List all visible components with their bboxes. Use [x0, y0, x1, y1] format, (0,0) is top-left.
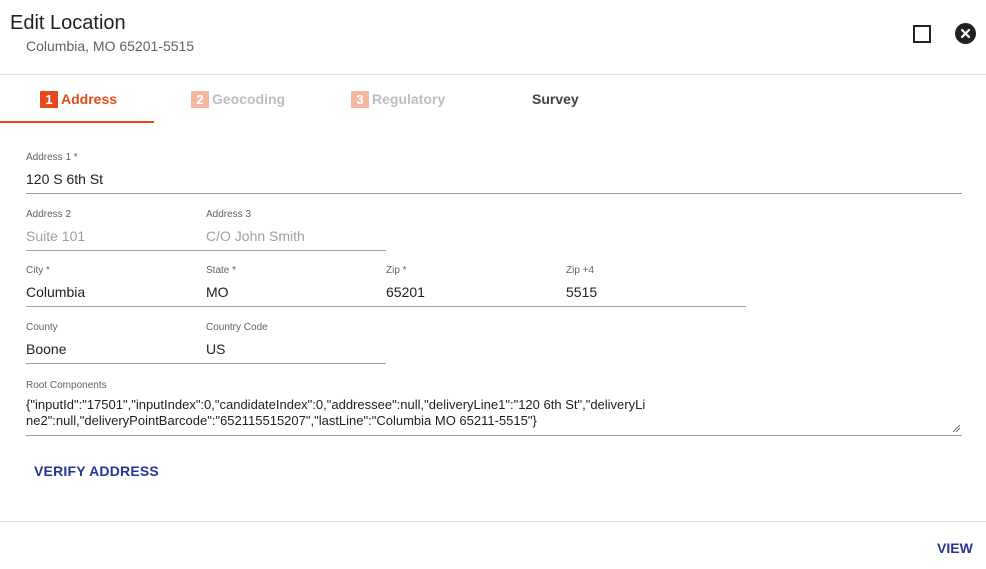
zip4-field[interactable]: Zip +4 5515 [566, 265, 746, 307]
footer-divider [0, 521, 986, 522]
state-input[interactable]: MO [206, 284, 229, 300]
view-button[interactable]: VIEW [937, 540, 973, 556]
zip-label: Zip * [386, 265, 407, 276]
address2-label: Address 2 [26, 209, 72, 220]
step-tabs: 1 Address 2 Geocoding 3 Regulatory Surve… [0, 75, 986, 123]
state-field[interactable]: State * MO [206, 265, 386, 307]
dialog-title: Edit Location [10, 12, 126, 34]
tab-regulatory[interactable]: 3 Regulatory [351, 75, 445, 123]
county-label: County [26, 322, 58, 333]
county-field[interactable]: County Boone [26, 322, 206, 364]
city-field[interactable]: City * Columbia [26, 265, 206, 307]
root-components-field[interactable]: Root Components {"inputId":"17501","inpu… [26, 378, 962, 436]
tab-geocoding[interactable]: 2 Geocoding [191, 75, 285, 123]
country-code-input[interactable]: US [206, 341, 225, 357]
zip-field[interactable]: Zip * 65201 [386, 265, 566, 307]
zip-input[interactable]: 65201 [386, 284, 425, 300]
tab-survey[interactable]: Survey [532, 75, 579, 123]
resize-handle-icon[interactable] [952, 424, 960, 432]
zip4-input[interactable]: 5515 [566, 284, 597, 300]
city-label: City * [26, 265, 50, 276]
address1-label: Address 1 * [26, 152, 78, 163]
root-components-label: Root Components [26, 380, 107, 391]
tab-number-badge: 1 [40, 90, 58, 108]
zip4-label: Zip +4 [566, 265, 595, 276]
tab-label: Address [61, 91, 118, 107]
address3-input[interactable]: C/O John Smith [206, 228, 305, 244]
city-input[interactable]: Columbia [26, 284, 85, 300]
tab-label: Geocoding [212, 91, 286, 107]
dialog-header: Edit Location Columbia, MO 65201-5515 [0, 0, 986, 75]
state-label: State * [206, 265, 237, 276]
address2-input[interactable]: Suite 101 [26, 228, 85, 244]
county-input[interactable]: Boone [26, 341, 66, 357]
verify-address-button[interactable]: VERIFY ADDRESS [34, 463, 159, 479]
maximize-icon[interactable] [913, 25, 931, 43]
address2-field[interactable]: Address 2 Suite 101 [26, 209, 206, 251]
tab-number-badge: 2 [191, 90, 209, 108]
dialog-subtitle: Columbia, MO 65201-5515 [26, 38, 195, 54]
address1-input[interactable]: 120 S 6th St [26, 171, 103, 187]
root-components-textarea[interactable]: {"inputId":"17501","inputIndex":0,"candi… [26, 397, 646, 429]
tab-number-badge: 3 [351, 90, 369, 108]
address3-field[interactable]: Address 3 C/O John Smith [206, 209, 386, 251]
active-tab-indicator [0, 121, 154, 123]
address3-label: Address 3 [206, 209, 252, 220]
tab-label: Survey [532, 91, 579, 107]
tab-address[interactable]: 1 Address [40, 75, 117, 123]
close-icon[interactable] [955, 23, 976, 44]
tab-label: Regulatory [372, 91, 446, 107]
country-code-label: Country Code [206, 322, 268, 333]
country-code-field[interactable]: Country Code US [206, 322, 386, 364]
address1-field[interactable]: Address 1 * 120 S 6th St [26, 152, 962, 194]
